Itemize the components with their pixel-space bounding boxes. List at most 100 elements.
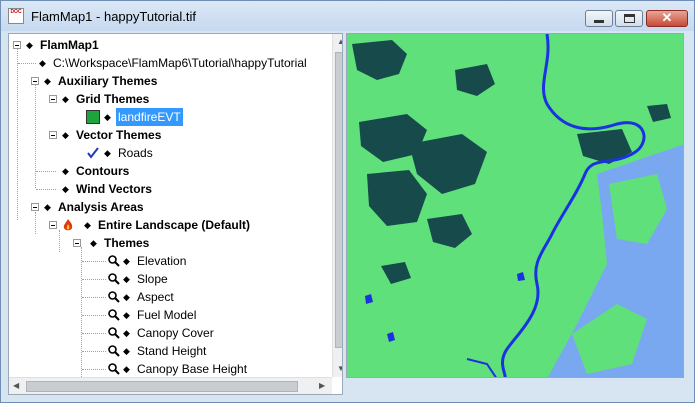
- tree-item-aspect[interactable]: ◆ Aspect: [9, 288, 331, 306]
- maximize-icon: [624, 14, 635, 23]
- node-bullet-icon: ◆: [123, 292, 130, 302]
- close-icon: ✕: [661, 10, 673, 25]
- tree-item-label: Entire Landscape (Default): [98, 218, 251, 232]
- tree-item-label: Vector Themes: [76, 128, 162, 142]
- layer-tree[interactable]: ◆ FlamMap1 ◆ C:\Workspace\FlamMap6\Tutor…: [8, 33, 343, 395]
- tree-item-label: Roads: [118, 146, 153, 160]
- node-bullet-icon: ◆: [104, 112, 111, 122]
- document-icon[interactable]: DOC: [8, 8, 24, 24]
- tree-connector: [82, 261, 106, 262]
- node-bullet-icon: ◆: [26, 40, 33, 50]
- tree-item-label: Auxiliary Themes: [58, 74, 158, 88]
- tree-item-label: Slope: [137, 272, 168, 286]
- tree-item-analysis-areas[interactable]: ◆ Analysis Areas: [9, 198, 331, 216]
- checkmark-icon[interactable]: [86, 146, 100, 160]
- vertical-scroll-thumb[interactable]: [335, 52, 342, 348]
- minimize-icon: [594, 20, 604, 23]
- tree-item-slope[interactable]: ◆ Slope: [9, 270, 331, 288]
- magnifier-icon[interactable]: [107, 290, 121, 304]
- tree-item-fuel-model[interactable]: ◆ Fuel Model: [9, 306, 331, 324]
- node-bullet-icon: ◆: [62, 130, 69, 140]
- tree-item-label: Fuel Model: [137, 308, 197, 322]
- node-bullet-icon: ◆: [123, 346, 130, 356]
- collapse-toggle[interactable]: [13, 41, 21, 49]
- node-bullet-icon: ◆: [90, 238, 97, 248]
- tree-item-elevation[interactable]: ◆ Elevation: [9, 252, 331, 270]
- tree-item-label: Contours: [76, 164, 130, 178]
- tree-item-label: Themes: [104, 236, 150, 250]
- node-bullet-icon: ◆: [123, 274, 130, 284]
- landscape-map-view[interactable]: [346, 33, 684, 378]
- collapse-toggle[interactable]: [49, 221, 57, 229]
- node-bullet-icon: ◆: [123, 328, 130, 338]
- node-bullet-icon: ◆: [84, 220, 91, 230]
- tree-item-label: Aspect: [137, 290, 174, 304]
- node-bullet-icon: ◆: [104, 148, 111, 158]
- node-bullet-icon: ◆: [62, 94, 69, 104]
- node-bullet-icon: ◆: [62, 166, 69, 176]
- tree-item-canopy-base-height[interactable]: ◆ Canopy Base Height: [9, 360, 331, 378]
- collapse-toggle[interactable]: [49, 131, 57, 139]
- tree-item-contours[interactable]: ◆ Contours: [9, 162, 331, 180]
- collapse-toggle[interactable]: [73, 239, 81, 247]
- tree-item-label: C:\Workspace\FlamMap6\Tutorial\happyTuto…: [53, 56, 307, 70]
- tree-item-grid-themes[interactable]: ◆ Grid Themes: [9, 90, 331, 108]
- tree-connector: [82, 297, 106, 298]
- tree-item-stand-height[interactable]: ◆ Stand Height: [9, 342, 331, 360]
- tree-item-vector-themes[interactable]: ◆ Vector Themes: [9, 126, 331, 144]
- tree-item-label: landfireEVT: [116, 108, 183, 126]
- tree-item-wind-vectors[interactable]: ◆ Wind Vectors: [9, 180, 331, 198]
- node-bullet-icon: ◆: [123, 256, 130, 266]
- horizontal-scrollbar[interactable]: ◀ ▶: [9, 377, 332, 394]
- scroll-down-icon[interactable]: ▼: [337, 364, 342, 373]
- tree-connector: [18, 63, 36, 64]
- magnifier-icon[interactable]: [107, 344, 121, 358]
- tree-item-label: Grid Themes: [76, 92, 150, 106]
- tree-connector: [82, 369, 106, 370]
- scroll-left-icon[interactable]: ◀: [13, 381, 19, 390]
- collapse-toggle[interactable]: [49, 95, 57, 103]
- landscape-raster: [347, 34, 683, 377]
- tree-item-roads[interactable]: ◆ Roads: [9, 144, 331, 162]
- magnifier-icon[interactable]: [107, 272, 121, 286]
- scroll-up-icon[interactable]: ▲: [337, 37, 342, 46]
- tree-item-label: Analysis Areas: [58, 200, 144, 214]
- tree-item-flammap1[interactable]: ◆ FlamMap1: [9, 36, 331, 54]
- tree-item-themes[interactable]: ◆ Themes: [9, 234, 331, 252]
- tree-item-landfireevt[interactable]: ◆ landfireEVT: [9, 108, 331, 126]
- horizontal-scroll-thumb[interactable]: [26, 381, 298, 392]
- tree-item-path[interactable]: ◆ C:\Workspace\FlamMap6\Tutorial\happyTu…: [9, 54, 331, 72]
- node-bullet-icon: ◆: [123, 364, 130, 374]
- close-button[interactable]: ✕: [646, 10, 688, 27]
- flammap-window: DOC FlamMap1 - happyTutorial.tif ✕ ◆ Fla…: [0, 0, 695, 403]
- magnifier-icon[interactable]: [107, 362, 121, 376]
- magnifier-icon[interactable]: [107, 254, 121, 268]
- collapse-toggle[interactable]: [31, 77, 39, 85]
- magnifier-icon[interactable]: [107, 326, 121, 340]
- minimize-button[interactable]: [585, 10, 613, 27]
- title-bar[interactable]: DOC FlamMap1 - happyTutorial.tif ✕: [1, 1, 694, 31]
- tree-connector: [82, 351, 106, 352]
- vertical-scrollbar[interactable]: ▲ ▼: [332, 34, 342, 377]
- tree-item-auxiliary-themes[interactable]: ◆ Auxiliary Themes: [9, 72, 331, 90]
- node-bullet-icon: ◆: [62, 184, 69, 194]
- tree-item-label: Wind Vectors: [76, 182, 152, 196]
- tree-item-label: Canopy Base Height: [137, 362, 248, 376]
- node-bullet-icon: ◆: [44, 76, 51, 86]
- window-title: FlamMap1 - happyTutorial.tif: [31, 9, 196, 24]
- tree-connector: [36, 189, 56, 190]
- tree-item-label: Stand Height: [137, 344, 207, 358]
- magnifier-icon[interactable]: [107, 308, 121, 322]
- maximize-button[interactable]: [615, 10, 643, 27]
- scroll-right-icon[interactable]: ▶: [319, 381, 325, 390]
- node-bullet-icon: ◆: [123, 310, 130, 320]
- tree-item-canopy-cover[interactable]: ◆ Canopy Cover: [9, 324, 331, 342]
- tree-connector: [82, 279, 106, 280]
- tree-connector: [82, 315, 106, 316]
- tree-item-label: FlamMap1: [40, 38, 99, 52]
- grid-theme-icon: [86, 110, 100, 124]
- tree-item-label: Elevation: [137, 254, 187, 268]
- tree-item-entire-landscape[interactable]: ◆ Entire Landscape (Default): [9, 216, 331, 234]
- collapse-toggle[interactable]: [31, 203, 39, 211]
- tree-connector: [82, 333, 106, 334]
